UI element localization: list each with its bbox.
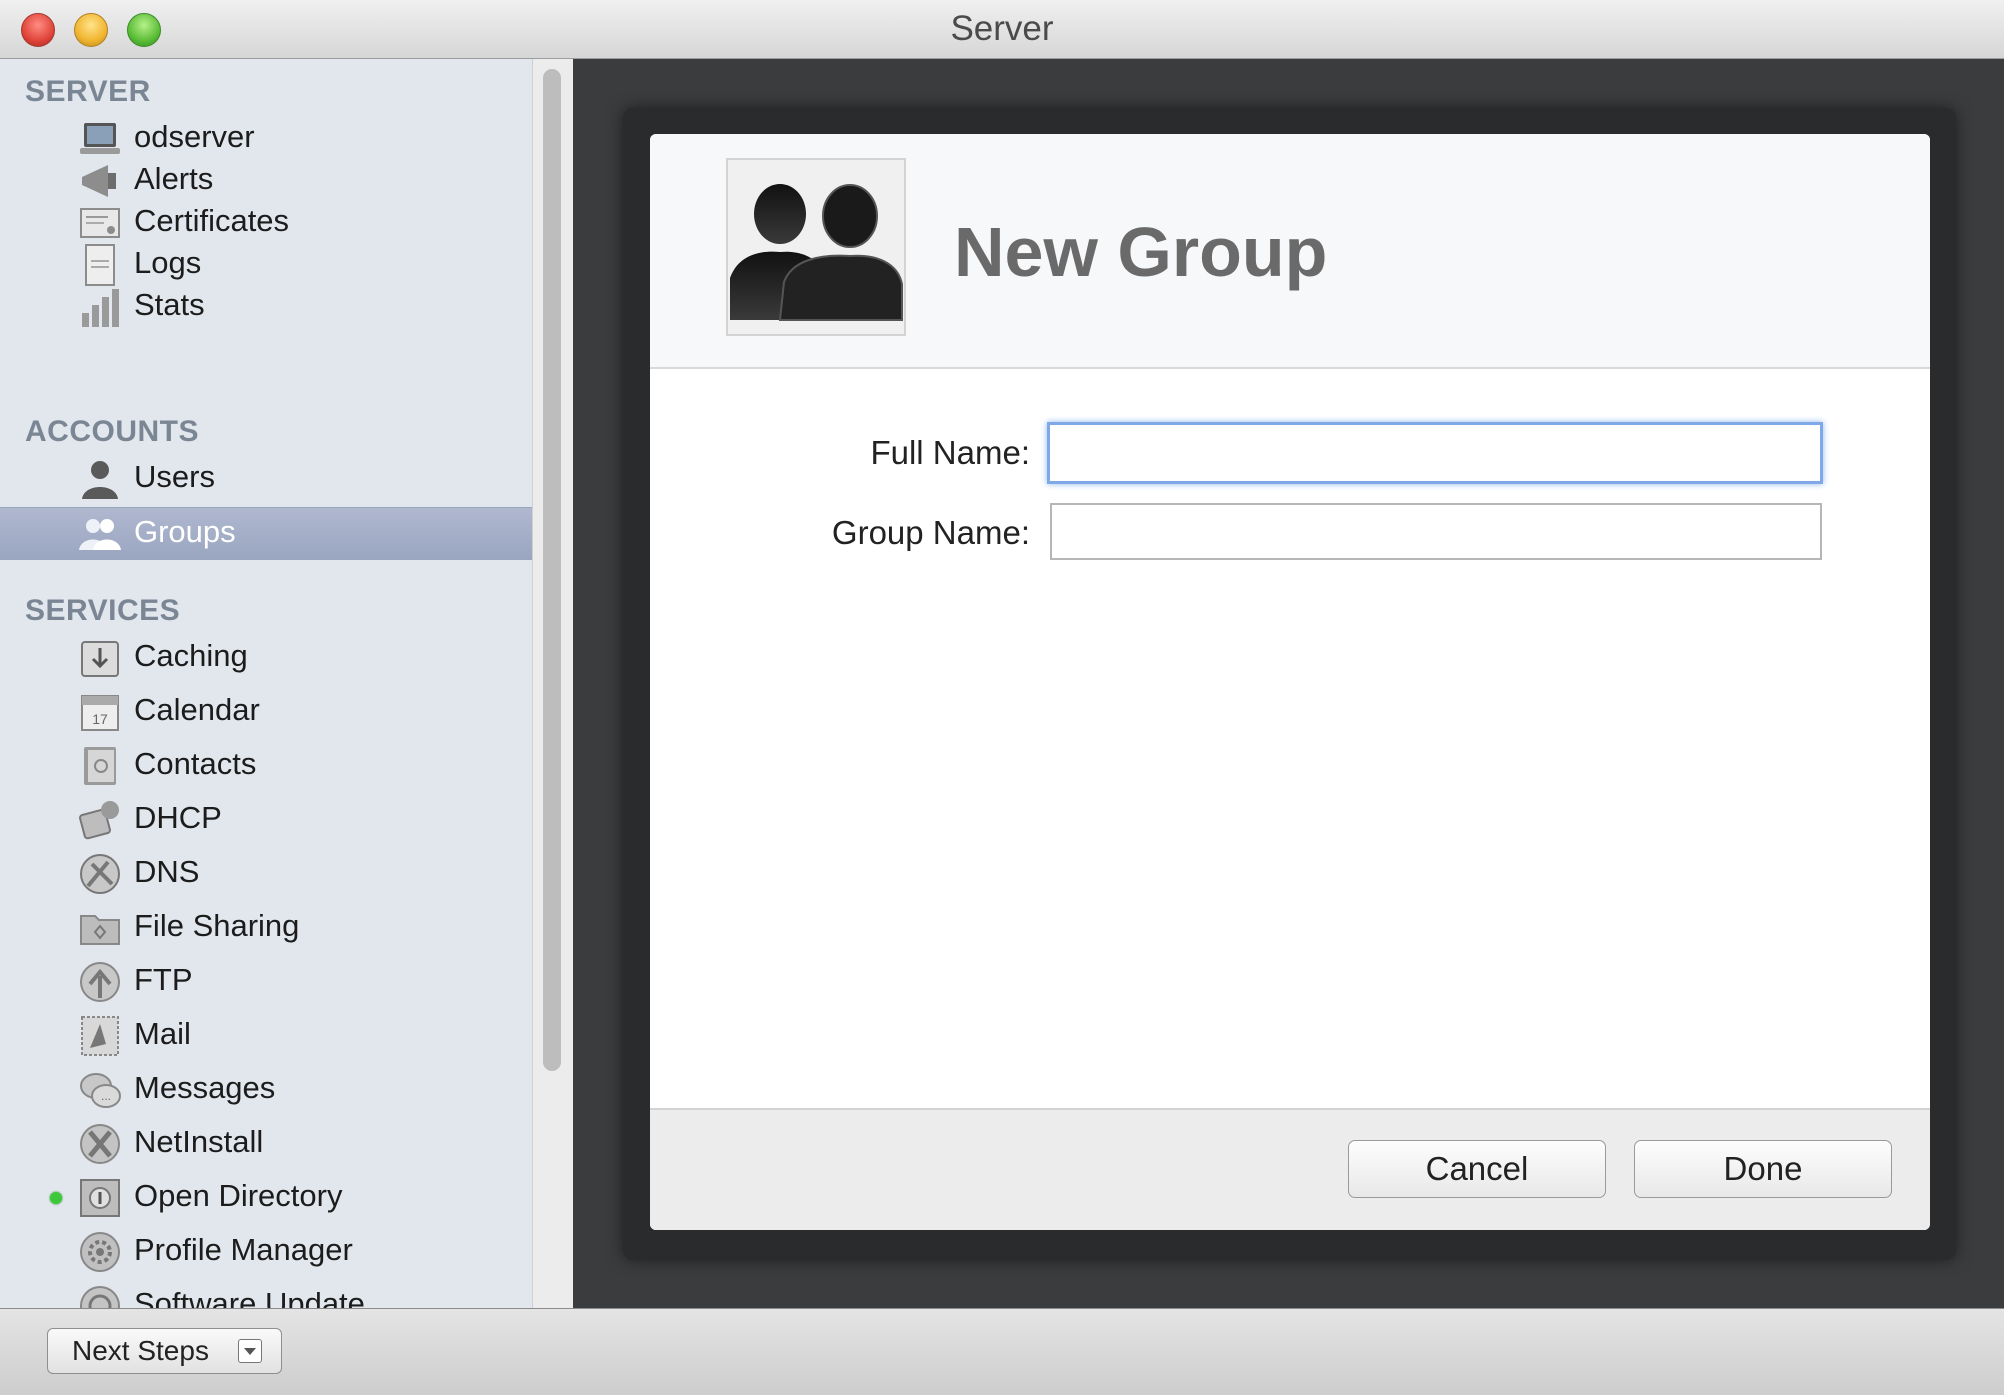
sidebar-item-stats[interactable]: Stats — [0, 281, 532, 333]
next-steps-button[interactable]: Next Steps — [47, 1328, 282, 1374]
sidebar-item-label: Logs — [134, 245, 202, 280]
dialog-header: New Group — [650, 134, 1930, 369]
user-icon — [82, 461, 118, 499]
sidebar-item-label: Stats — [134, 287, 205, 322]
group-picture[interactable] — [726, 158, 906, 336]
sidebar-item-label: File Sharing — [134, 908, 300, 943]
full-name-label: Full Name: — [870, 434, 1030, 471]
dhcp-icon — [79, 801, 119, 840]
sidebar-item-label: DNS — [134, 854, 200, 889]
sidebar-item-label: Users — [134, 459, 215, 494]
gear-icon — [80, 1232, 120, 1272]
group-name-field[interactable] — [1050, 503, 1822, 560]
sidebar-item-label: Certificates — [134, 203, 290, 238]
sidebar-item-profile-manager[interactable]: Profile Manager — [0, 1226, 532, 1278]
sidebar-item-open-directory[interactable]: Open Directory — [0, 1172, 532, 1224]
sidebar-item-label: NetInstall — [134, 1124, 264, 1159]
sidebar-item-contacts[interactable]: Contacts — [0, 740, 532, 792]
sidebar-item-label: Caching — [134, 638, 248, 673]
sidebar-scrollbar[interactable] — [532, 59, 573, 1308]
sidebar-item-label: Open Directory — [134, 1178, 343, 1213]
open-directory-icon — [80, 1179, 120, 1217]
sidebar-item-label: Alerts — [134, 161, 214, 196]
svg-text:17: 17 — [92, 711, 108, 727]
sidebar-item-dhcp[interactable]: DHCP — [0, 794, 532, 846]
dialog-title: New Group — [954, 213, 1328, 291]
sidebar-item-calendar[interactable]: 17 Calendar — [0, 686, 532, 738]
cancel-button[interactable]: Cancel — [1348, 1140, 1606, 1198]
netinstall-icon — [80, 1124, 120, 1164]
running-status-dot — [50, 1192, 62, 1204]
sidebar-item-file-sharing[interactable]: File Sharing — [0, 902, 532, 954]
group-name-label: Group Name: — [831, 514, 1030, 551]
next-steps-label: Next Steps — [72, 1335, 209, 1366]
done-button[interactable]: Done — [1634, 1140, 1892, 1198]
messages-icon: ... — [80, 1073, 121, 1108]
title-bar: Server — [0, 0, 2004, 59]
svg-text:...: ... — [101, 1089, 111, 1103]
section-header-accounts: ACCOUNTS — [25, 415, 199, 448]
sidebar-item-label: DHCP — [134, 800, 222, 835]
sidebar-item-software-update[interactable]: Software Update — [0, 1280, 532, 1308]
folder-icon — [80, 915, 120, 945]
sidebar-item-label: Messages — [134, 1070, 276, 1105]
sidebar-item-label: Groups — [134, 514, 236, 549]
caching-icon — [81, 641, 119, 677]
full-name-field[interactable] — [1047, 422, 1823, 484]
bar-chart-icon — [82, 289, 119, 327]
dns-icon — [80, 854, 120, 894]
group-icon — [79, 519, 121, 550]
sidebar-item-label: Software Update — [134, 1286, 365, 1308]
new-group-dialog: New Group Full Name: Group Name: Cancel … — [650, 134, 1930, 1230]
sidebar-item-messages[interactable]: ... Messages — [0, 1064, 532, 1116]
sidebar-item-label: Calendar — [134, 692, 260, 727]
dialog-footer: Cancel Done — [650, 1108, 1930, 1230]
contacts-icon — [84, 747, 116, 785]
server-window: Server SERVER odserver Alerts Certificat… — [0, 0, 2004, 1395]
sidebar-item-ftp[interactable]: FTP — [0, 956, 532, 1008]
calendar-icon: 17 — [81, 695, 119, 731]
sidebar-item-dns[interactable]: DNS — [0, 848, 532, 900]
sidebar-item-users[interactable]: Users — [0, 453, 532, 505]
ftp-icon — [80, 962, 120, 1002]
group-silhouette-icon — [730, 184, 903, 321]
window-title: Server — [950, 9, 1054, 48]
sidebar-scroll-thumb[interactable] — [543, 69, 561, 1071]
mail-stamp-icon — [81, 1016, 119, 1056]
sidebar-item-label: Profile Manager — [134, 1232, 353, 1267]
sidebar-item-label: Mail — [134, 1016, 191, 1051]
sidebar-item-mail[interactable]: Mail — [0, 1010, 532, 1062]
sidebar-item-groups[interactable]: Groups — [0, 507, 532, 560]
software-update-icon — [80, 1286, 120, 1308]
bottom-bar: Next Steps — [0, 1308, 2004, 1395]
sidebar: SERVER odserver Alerts Certificates Logs… — [0, 59, 532, 1308]
sidebar-item-label: Contacts — [134, 746, 257, 781]
sidebar-item-netinstall[interactable]: NetInstall — [0, 1118, 532, 1170]
sidebar-item-label: odserver — [134, 119, 255, 154]
sidebar-item-label: FTP — [134, 962, 193, 997]
section-header-server: SERVER — [25, 75, 151, 108]
sidebar-item-caching[interactable]: Caching — [0, 632, 532, 684]
section-header-services: SERVICES — [25, 594, 181, 627]
chevron-down-icon — [238, 1339, 262, 1363]
